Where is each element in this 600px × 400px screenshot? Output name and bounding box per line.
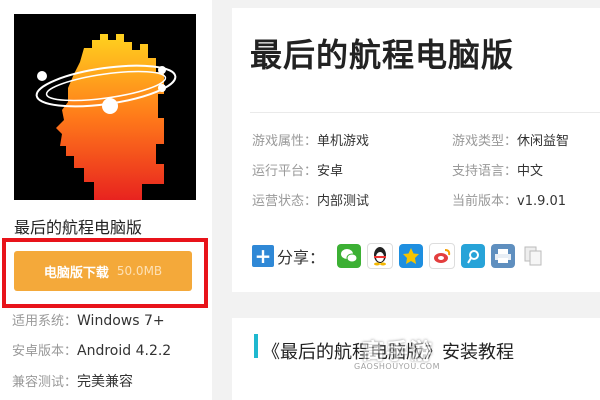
- tutorial-title-text: 《最后的航程电脑版》安装教程: [262, 342, 514, 363]
- spec-value: Android 4.2.2: [77, 343, 172, 359]
- share-label: 分享：: [277, 248, 326, 267]
- app-icon-image: [14, 14, 196, 200]
- spec-value: Windows 7+: [77, 313, 165, 329]
- spec-key: 适用系统：: [12, 314, 78, 329]
- tutorial-panel: 《最后的航程电脑版》安装教程 高手游 GAOSHOUYOU.COM: [232, 318, 600, 400]
- info-value[interactable]: 休闲益智: [517, 134, 569, 149]
- qq-icon[interactable]: [367, 243, 394, 269]
- print-icon[interactable]: [491, 244, 516, 268]
- info-key: 运营状态：: [252, 194, 318, 209]
- info-value: 安卓: [317, 164, 344, 179]
- spec-key: 兼容测试：: [12, 375, 78, 390]
- info-value: 中文: [517, 164, 544, 179]
- plus-icon[interactable]: +: [252, 245, 274, 267]
- wechat-icon[interactable]: [337, 244, 362, 268]
- info-value: v1.9.01: [517, 194, 567, 209]
- info-item-language: 支持语言：中文: [452, 160, 543, 179]
- game-info-panel: 最后的航程电脑版 游戏属性：单机游戏 游戏类型：休闲益智 运行平台：安卓 支持语…: [232, 8, 600, 292]
- qzone-icon[interactable]: [399, 244, 424, 268]
- app-name: 最后的航程电脑版: [14, 218, 143, 237]
- accent-bar: [254, 334, 258, 358]
- info-value[interactable]: 单机游戏: [317, 134, 369, 149]
- spec-row-compat: 兼容测试：完美兼容: [12, 371, 133, 391]
- weibo-icon[interactable]: [429, 243, 456, 269]
- info-key: 当前版本：: [452, 194, 518, 209]
- info-item-platform: 运行平台：安卓: [252, 160, 343, 179]
- info-key: 运行平台：: [252, 164, 318, 179]
- app-sidebar: 最后的航程电脑版 电脑版下载 50.0MB 适用系统：Windows 7+ 安卓…: [0, 0, 212, 400]
- pc-download-button[interactable]: 电脑版下载 50.0MB: [14, 251, 192, 291]
- download-button-label: 电脑版下载: [43, 265, 109, 281]
- info-item-property: 游戏属性：单机游戏: [252, 130, 369, 149]
- info-item-type: 游戏类型：休闲益智: [452, 130, 569, 149]
- spec-value: 完美兼容: [77, 374, 134, 390]
- page-title: 最后的航程电脑版: [250, 36, 515, 74]
- divider: [250, 112, 600, 113]
- spec-row-system: 适用系统：Windows 7+: [12, 310, 165, 329]
- info-item-status: 运营状态：内部测试: [252, 190, 369, 209]
- tutorial-title[interactable]: 《最后的航程电脑版》安装教程: [262, 338, 514, 364]
- info-value: 内部测试: [317, 194, 370, 209]
- info-item-version: 当前版本：v1.9.01: [452, 190, 566, 209]
- spec-key: 安卓版本：: [12, 344, 78, 359]
- tencent-weibo-icon[interactable]: [461, 244, 486, 268]
- share-bar: + 分享：: [252, 240, 551, 272]
- info-key: 游戏属性：: [252, 134, 318, 149]
- spec-row-android: 安卓版本：Android 4.2.2: [12, 340, 171, 359]
- copy-icon[interactable]: [521, 244, 546, 268]
- download-size: 50.0MB: [116, 264, 163, 278]
- info-key: 支持语言：: [452, 164, 518, 179]
- info-key: 游戏类型：: [452, 134, 518, 149]
